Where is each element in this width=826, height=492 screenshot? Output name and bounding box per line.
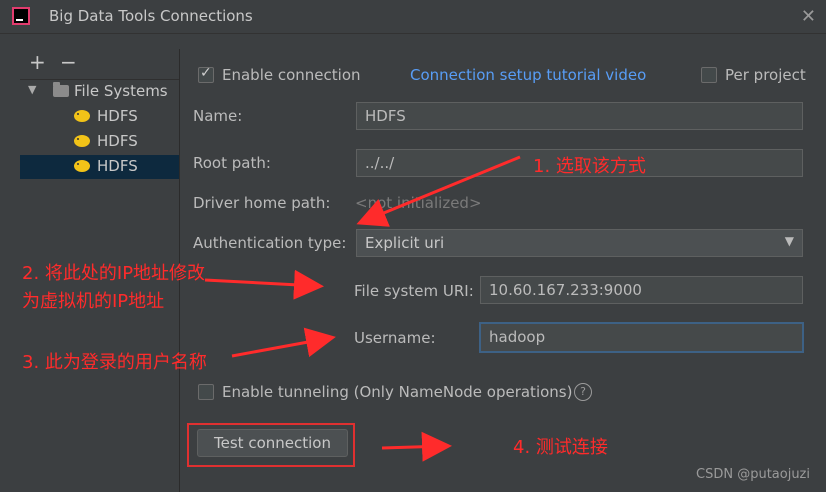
arrow-2 <box>204 269 324 300</box>
annotation-3: 3. 此为登录的用户名称 <box>22 352 207 373</box>
annotation-4: 4. 测试连接 <box>513 437 608 458</box>
annotation-2-line1: 2. 将此处的IP地址修改 <box>22 263 206 284</box>
annotation-1: 1. 选取该方式 <box>533 156 646 177</box>
annotation-2-line2: 为虚拟机的IP地址 <box>22 291 165 312</box>
arrow-3 <box>231 327 336 358</box>
arrow-1 <box>356 155 521 227</box>
watermark: CSDN @putaojuzi <box>696 467 810 482</box>
arrow-4 <box>381 431 452 462</box>
annotation-arrows <box>204 155 521 462</box>
